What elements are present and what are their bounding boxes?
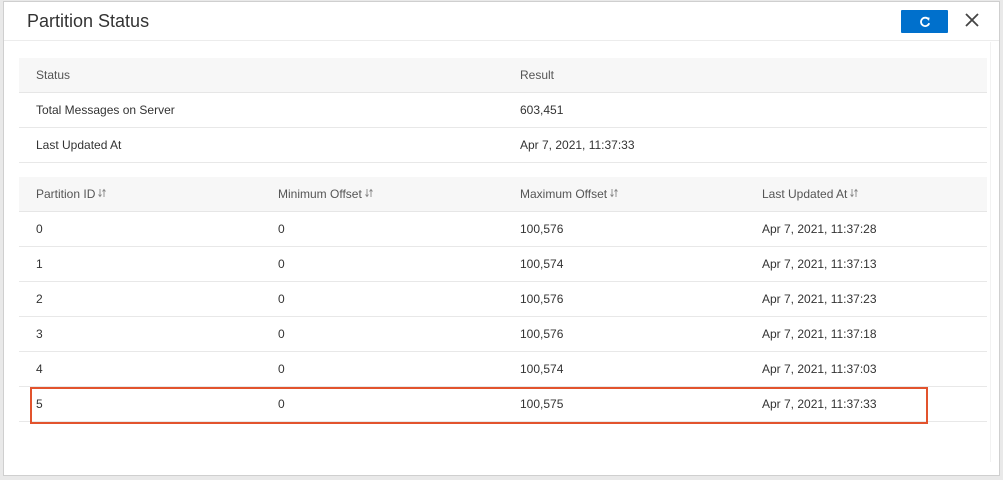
- minimum-offset-cell: 0: [278, 327, 285, 341]
- minimum-offset-cell: 0: [278, 362, 285, 376]
- maximum-offset-cell: 100,576: [520, 222, 564, 236]
- summary-header-row: Status Result: [19, 58, 987, 93]
- maximum-offset-cell: 100,574: [520, 362, 564, 376]
- partition-id-cell: 3: [36, 327, 43, 341]
- last-updated-cell: Apr 7, 2021, 11:37:28: [762, 222, 877, 236]
- partition-status-dialog: Partition Status Status Result Total Mes…: [3, 1, 1000, 476]
- partition-id-cell: 0: [36, 222, 43, 236]
- last-updated-cell: Apr 7, 2021, 11:37:23: [762, 292, 877, 306]
- column-header-last-updated-at[interactable]: Last Updated At: [762, 177, 859, 211]
- maximum-offset-cell: 100,576: [520, 327, 564, 341]
- table-row: 3 0 100,576 Apr 7, 2021, 11:37:18: [19, 317, 987, 352]
- minimum-offset-cell: 0: [278, 222, 285, 236]
- dialog-header: Partition Status: [4, 2, 999, 41]
- sort-icon: [610, 189, 619, 198]
- summary-value: 603,451: [520, 103, 564, 117]
- last-updated-cell: Apr 7, 2021, 11:37:18: [762, 327, 877, 341]
- partition-id-cell: 4: [36, 362, 43, 376]
- partition-table: Partition ID Minimum Offset Maximum Offs…: [19, 177, 987, 422]
- sort-icon: [98, 189, 107, 198]
- table-row: 1 0 100,574 Apr 7, 2021, 11:37:13: [19, 247, 987, 282]
- column-header-label: Maximum Offset: [520, 187, 608, 201]
- refresh-button[interactable]: [901, 10, 948, 33]
- minimum-offset-cell: 0: [278, 292, 285, 306]
- summary-label: Total Messages on Server: [36, 103, 175, 117]
- summary-row-last-updated: Last Updated At Apr 7, 2021, 11:37:33: [19, 128, 987, 163]
- table-row: 4 0 100,574 Apr 7, 2021, 11:37:03: [19, 352, 987, 387]
- table-row-highlighted: 5 0 100,575 Apr 7, 2021, 11:37:33: [19, 387, 987, 422]
- maximum-offset-cell: 100,576: [520, 292, 564, 306]
- summary-row-total-messages: Total Messages on Server 603,451: [19, 93, 987, 128]
- status-summary-table: Status Result Total Messages on Server 6…: [19, 58, 987, 163]
- summary-label: Last Updated At: [36, 138, 122, 152]
- sort-icon: [850, 189, 859, 198]
- close-icon: [965, 13, 979, 27]
- column-header-label: Minimum Offset: [278, 187, 362, 201]
- minimum-offset-cell: 0: [278, 257, 285, 271]
- last-updated-cell: Apr 7, 2021, 11:37:13: [762, 257, 877, 271]
- column-header-label: Partition ID: [36, 187, 96, 201]
- column-header-status: Status: [36, 68, 71, 82]
- minimum-offset-cell: 0: [278, 397, 285, 411]
- close-button[interactable]: [961, 9, 983, 31]
- right-divider: [990, 42, 991, 462]
- table-row: 0 0 100,576 Apr 7, 2021, 11:37:28: [19, 212, 987, 247]
- summary-value: Apr 7, 2021, 11:37:33: [520, 138, 635, 152]
- maximum-offset-cell: 100,574: [520, 257, 564, 271]
- column-header-minimum-offset[interactable]: Minimum Offset: [278, 177, 373, 211]
- dialog-title: Partition Status: [27, 11, 150, 31]
- column-header-partition-id[interactable]: Partition ID: [36, 177, 107, 211]
- partition-header-row: Partition ID Minimum Offset Maximum Offs…: [19, 177, 987, 212]
- maximum-offset-cell: 100,575: [520, 397, 564, 411]
- column-header-result: Result: [520, 68, 555, 82]
- refresh-icon: [919, 16, 930, 27]
- sort-icon: [364, 189, 373, 198]
- table-row: 2 0 100,576 Apr 7, 2021, 11:37:23: [19, 282, 987, 317]
- last-updated-cell: Apr 7, 2021, 11:37:33: [762, 397, 877, 411]
- partition-id-cell: 2: [36, 292, 43, 306]
- column-header-maximum-offset[interactable]: Maximum Offset: [520, 177, 619, 211]
- last-updated-cell: Apr 7, 2021, 11:37:03: [762, 362, 877, 376]
- partition-id-cell: 1: [36, 257, 43, 271]
- column-header-label: Last Updated At: [762, 187, 848, 201]
- partition-id-cell: 5: [36, 397, 43, 411]
